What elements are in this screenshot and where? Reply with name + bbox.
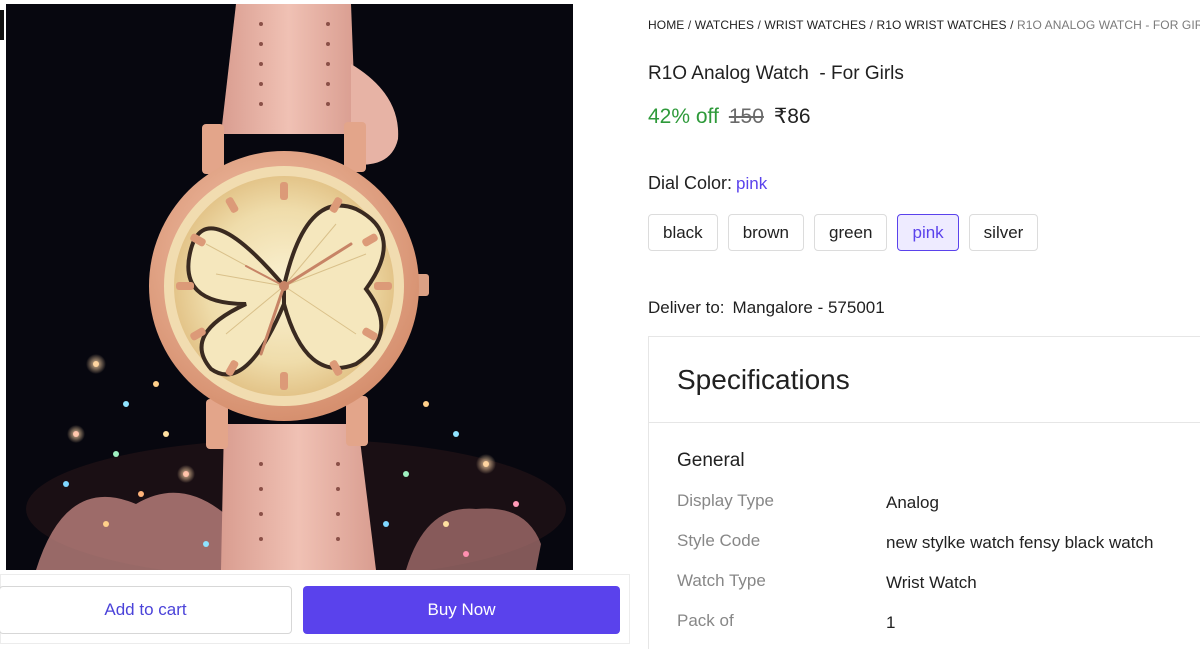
dial-color-options: black brown green pink silver (648, 214, 1039, 251)
specifications-card: Specifications General Display Type Anal… (648, 336, 1200, 649)
deliver-label: Deliver to: (648, 298, 725, 317)
spec-key: Watch Type (677, 571, 766, 590)
left-edge-marker (0, 10, 4, 40)
spec-group-title: General (677, 450, 745, 471)
buy-now-button[interactable]: Buy Now (303, 586, 620, 634)
color-option-brown[interactable]: brown (727, 214, 804, 251)
add-to-cart-button[interactable]: Add to cart (0, 586, 292, 634)
breadcrumb-separator: / (687, 18, 695, 32)
product-image[interactable] (6, 4, 573, 570)
breadcrumb-wrist-watches[interactable]: WRIST WATCHES (764, 18, 866, 32)
watch-illustration (6, 4, 573, 570)
breadcrumb: HOME / WATCHES / WRIST WATCHES / R1O WRI… (648, 18, 1200, 32)
action-bar: Add to cart Buy Now (0, 574, 630, 644)
original-price: 150 (728, 105, 764, 128)
spec-key: Style Code (677, 531, 761, 550)
color-option-green[interactable]: green (814, 214, 888, 251)
breadcrumb-current: R1O ANALOG WATCH - FOR GIRLS (1016, 18, 1200, 32)
dial-color-selected: pink (736, 174, 768, 193)
spec-value: 1 (886, 613, 896, 632)
product-title: R1O Analog Watch - For Girls (648, 63, 904, 84)
specifications-title: Specifications (677, 363, 850, 395)
breadcrumb-watches[interactable]: WATCHES (695, 18, 754, 32)
delivery-location: Mangalore - 575001 (732, 298, 885, 317)
discount-label: 42% off (648, 105, 719, 128)
breadcrumb-home[interactable]: HOME (648, 18, 684, 32)
spec-key: Pack of (677, 611, 734, 630)
spec-value: Wrist Watch (886, 573, 977, 592)
breadcrumb-brand-wrist-watches[interactable]: R1O WRIST WATCHES (876, 18, 1006, 32)
spec-value: new stylke watch fensy black watch (886, 533, 1154, 552)
dial-color-heading: Dial Color: (648, 173, 733, 193)
delivery-info[interactable]: Deliver to: Mangalore - 575001 (648, 298, 885, 318)
spec-key: Display Type (677, 491, 775, 510)
price-row: 42% off 150 ₹86 (648, 104, 811, 129)
spec-value: Analog (886, 493, 939, 512)
breadcrumb-separator: / (1010, 18, 1017, 32)
color-option-black[interactable]: black (648, 214, 718, 251)
dial-color-label: Dial Color: pink (648, 173, 767, 194)
selling-price: ₹86 (773, 105, 811, 128)
color-option-silver[interactable]: silver (968, 214, 1039, 251)
specifications-header: Specifications (649, 337, 1200, 423)
color-option-pink[interactable]: pink (897, 214, 959, 251)
